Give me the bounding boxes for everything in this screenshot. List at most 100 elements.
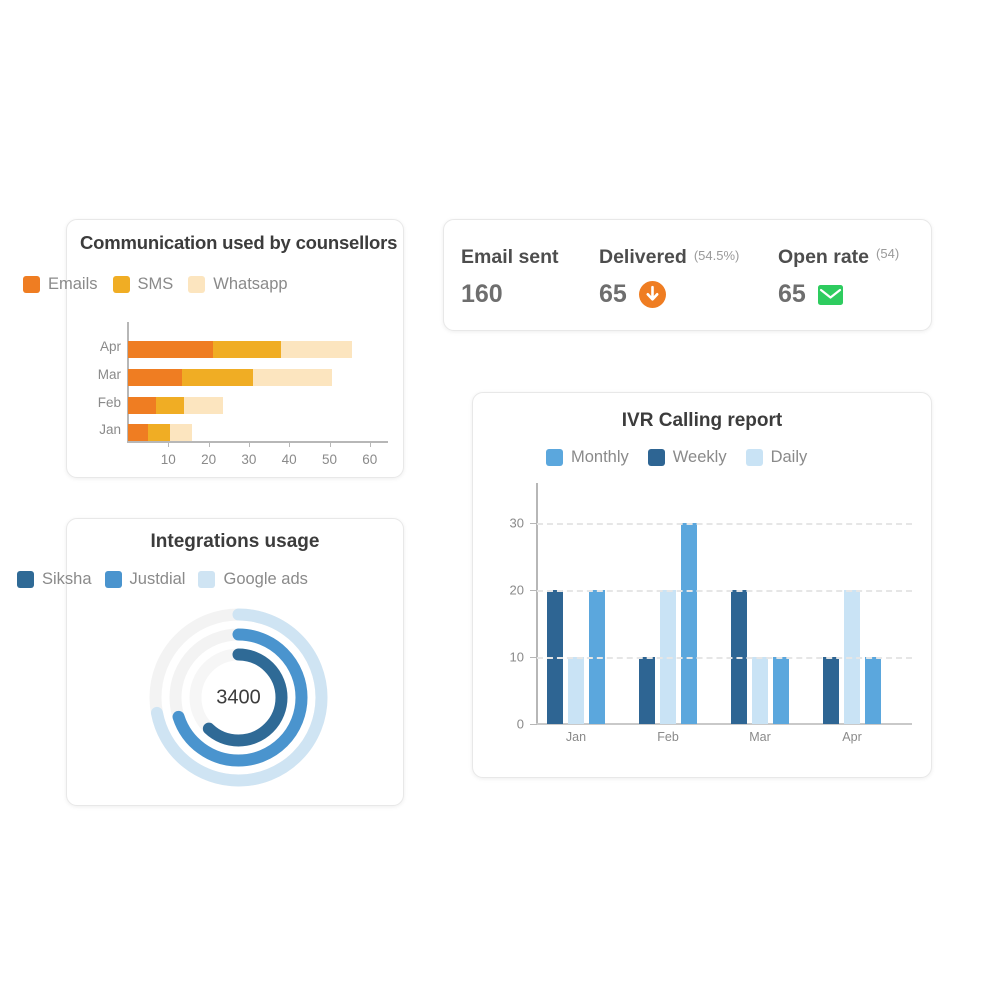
ivr-x-tick-label: Apr [842, 730, 862, 744]
down-arrow-circle-icon [638, 281, 666, 308]
legend-item-justdial[interactable]: Justdial [104, 570, 186, 589]
kpi-open-rate: Open rate (54) 65 [778, 246, 899, 309]
ivr-gridline [537, 657, 912, 660]
integrations-radial-chart: 3400 [145, 604, 332, 791]
communication-bar-segment-emails[interactable] [128, 341, 213, 358]
ivr-y-tick [530, 724, 537, 725]
integrations-center-value: 3400 [216, 686, 261, 708]
communication-x-tick [248, 441, 250, 447]
ivr-y-tick-label: 10 [509, 649, 524, 665]
kpi-open-rate-head: Open rate (54) [778, 246, 899, 269]
communication-x-tick [168, 441, 170, 447]
ivr-bar-weekly[interactable] [639, 657, 655, 724]
legend-item-sms[interactable]: SMS [112, 275, 173, 294]
kpi-open-rate-value: 65 [778, 280, 806, 308]
communication-bar-segment-sms[interactable] [182, 369, 253, 386]
ivr-bar-monthly[interactable] [681, 523, 697, 724]
communication-plot-area: Apr Mar Feb Jan [98, 328, 388, 441]
ivr-y-tick [530, 657, 537, 659]
communication-card-title: Communication used by counsellors [80, 232, 398, 253]
legend-item-daily[interactable]: Daily [745, 448, 807, 467]
ivr-plot-area [537, 483, 912, 724]
legend-item-emails[interactable]: Emails [23, 275, 98, 294]
legend-label-whatsapp: Whatsapp [213, 275, 288, 293]
legend-swatch-sms [112, 276, 130, 293]
legend-item-siksha[interactable]: Siksha [17, 570, 92, 589]
legend-swatch-whatsapp [188, 276, 206, 293]
ivr-bar-monthly[interactable] [865, 657, 881, 724]
communication-category-label: Apr [99, 339, 121, 354]
communication-bar-segment-whatsapp[interactable] [184, 397, 223, 414]
communication-category-label: Jan [99, 422, 121, 437]
communication-bar-segment-whatsapp[interactable] [170, 424, 193, 441]
communication-category-label: Mar [97, 367, 121, 382]
legend-item-whatsapp[interactable]: Whatsapp [188, 275, 288, 294]
kpi-delivered-valuerow: 65 [599, 280, 739, 309]
kpi-delivered-head: Delivered (54.5%) [599, 246, 739, 269]
communication-x-tick-label: 10 [160, 452, 176, 467]
ivr-y-tick-label: 30 [509, 515, 524, 531]
communication-bar-segment-whatsapp[interactable] [252, 369, 332, 386]
communication-bar-segment-sms[interactable] [156, 397, 185, 414]
communication-bar-segment-emails[interactable] [128, 424, 149, 441]
ivr-gridline [537, 590, 912, 593]
legend-label-emails: Emails [48, 275, 98, 293]
communication-bar-row: Apr [100, 339, 388, 358]
communication-bar-segment-whatsapp[interactable] [281, 341, 352, 358]
ivr-y-tick [530, 523, 537, 525]
kpi-open-rate-sub: (54) [876, 246, 900, 261]
integrations-legend: Siksha Justdial Google ads [17, 570, 308, 589]
ivr-x-tick-label: Feb [657, 730, 679, 744]
communication-bar-segment-sms[interactable] [148, 424, 171, 441]
ivr-card-title: IVR Calling report [621, 410, 783, 431]
communication-bar-row: Mar [98, 367, 388, 386]
kpi-delivered: Delivered (54.5%) 65 [599, 246, 739, 309]
communication-x-tick-label: 50 [321, 452, 338, 467]
ivr-y-tick-label: 0 [516, 716, 524, 732]
kpi-email-sent-label: Email sent [461, 246, 559, 268]
communication-x-tick-label: 20 [201, 452, 217, 467]
integrations-card-title: Integrations usage [150, 531, 320, 552]
legend-swatch-weekly [647, 449, 665, 466]
communication-x-tick [369, 441, 371, 447]
legend-label-google-ads: Google ads [223, 570, 308, 588]
legend-item-weekly[interactable]: Weekly [647, 448, 727, 467]
legend-label-weekly: Weekly [672, 448, 727, 466]
kpi-email-sent-value: 160 [461, 280, 503, 308]
legend-item-google-ads[interactable]: Google ads [198, 570, 308, 589]
legend-swatch-daily [745, 449, 763, 466]
legend-swatch-google-ads [198, 571, 216, 588]
ivr-x-tick-label: Jan [565, 730, 587, 744]
communication-x-tick-label: 40 [281, 452, 297, 467]
dashboard-canvas: Communication used by counsellors Emails… [0, 0, 1000, 1000]
ivr-bar-monthly[interactable] [773, 657, 789, 724]
ivr-x-tick-label: Mar [749, 730, 771, 744]
communication-bar-row: Feb [98, 395, 388, 414]
email-kpi-card: Email sent 160 Delivered (54.5%) 65 Open… [443, 219, 932, 331]
legend-label-justdial: Justdial [129, 570, 186, 588]
legend-item-monthly[interactable]: Monthly [546, 448, 629, 467]
communication-legend: Emails SMS Whatsapp [23, 275, 288, 294]
ivr-bar-weekly[interactable] [823, 657, 839, 724]
ivr-y-tick [530, 590, 537, 592]
communication-bar-segment-sms[interactable] [212, 341, 282, 358]
ivr-bar-daily[interactable] [752, 657, 768, 724]
envelope-icon [817, 284, 843, 305]
ivr-gridline [537, 523, 912, 526]
communication-x-tick [329, 441, 331, 447]
ivr-bar-daily[interactable] [568, 657, 584, 724]
kpi-delivered-label: Delivered [599, 246, 687, 268]
communication-bar-row: Jan [99, 422, 388, 441]
kpi-delivered-sub: (54.5%) [693, 248, 740, 263]
kpi-delivered-value: 65 [599, 280, 627, 308]
communication-x-tick [289, 441, 291, 447]
legend-swatch-justdial [104, 571, 122, 588]
kpi-email-sent-valuerow: 160 [461, 280, 559, 309]
communication-x-axis-line [127, 441, 388, 443]
legend-label-siksha: Siksha [42, 570, 92, 588]
kpi-open-rate-label: Open rate [778, 246, 870, 268]
kpi-open-rate-valuerow: 65 [778, 280, 899, 309]
communication-bar-segment-emails[interactable] [128, 369, 183, 386]
communication-x-tick-label: 60 [362, 452, 378, 467]
communication-bar-segment-emails[interactable] [128, 397, 157, 414]
